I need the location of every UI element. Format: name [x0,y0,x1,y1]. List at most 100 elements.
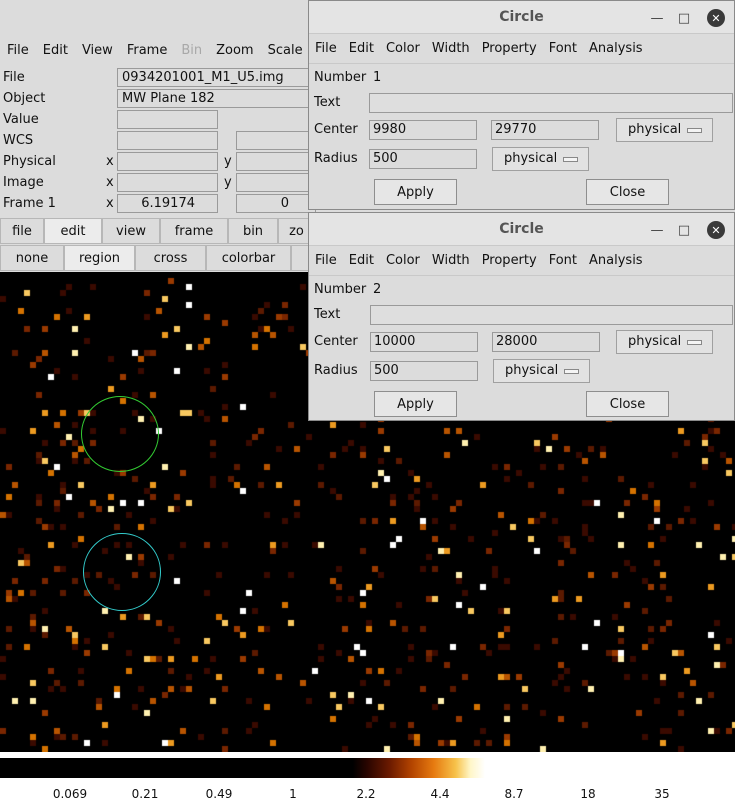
menu-view[interactable]: View [75,43,120,58]
dialog-menu-property[interactable]: Property [476,253,543,268]
physical-y-label: y [224,154,232,169]
center-coord-value: physical [628,122,682,137]
dialog-menu-font[interactable]: Font [543,41,583,56]
radius-coord-select[interactable]: physical [492,147,589,171]
number-label: Number [314,70,367,85]
number-value: 1 [373,70,382,85]
radius-input[interactable]: 500 [369,149,477,169]
colorbar-tick: 0.21 [131,787,159,800]
physical-y-field [236,152,316,171]
dialog-menubar: File Edit Color Width Property Font Anal… [309,246,734,276]
minimize-icon[interactable]: — [648,221,666,239]
circle-region-2[interactable] [83,533,161,611]
maximize-icon[interactable]: □ [675,9,693,27]
menu-edit[interactable]: Edit [36,43,75,58]
dialog-menubar: File Edit Color Width Property Font Anal… [309,34,734,64]
colorbar: 0.069 0.21 0.49 1 2.2 4.4 8.7 18 35 [0,752,735,800]
colorbar-tick: 35 [654,787,670,800]
physical-x-label: x [106,154,114,169]
menu-scale[interactable]: Scale [261,43,310,58]
dialog-menu-width[interactable]: Width [426,253,476,268]
btn-bin[interactable]: bin [228,218,278,244]
value-field [117,110,218,129]
option-indicator-icon [687,340,702,345]
dialog-menu-edit[interactable]: Edit [343,41,380,56]
minimize-icon[interactable]: — [648,9,666,27]
colorbar-tick: 4.4 [430,787,450,800]
dialog-titlebar: Circle — □ ✕ [309,213,734,246]
radius-input[interactable]: 500 [370,361,478,381]
dialog-menu-color[interactable]: Color [380,253,426,268]
dialog-menu-width[interactable]: Width [426,41,476,56]
apply-button[interactable]: Apply [374,391,457,417]
info-row-physical: Physical x y [0,151,320,172]
dialog-menu-analysis[interactable]: Analysis [583,253,649,268]
option-indicator-icon [563,157,578,162]
text-label: Text [314,307,341,322]
frame-angle-value: 0 [236,194,316,213]
btn-frame[interactable]: frame [160,218,228,244]
center-x-input[interactable]: 10000 [370,332,478,352]
wcs-x-field [117,131,218,150]
colorbar-tick: 2.2 [356,787,376,800]
radius-label: Radius [314,363,358,378]
image-y-label: y [224,175,232,190]
dialog-menu-file[interactable]: File [309,41,343,56]
menu-file[interactable]: File [0,43,36,58]
btn-edit[interactable]: edit [44,218,102,244]
circle-region-1[interactable] [81,396,159,472]
image-y-field [236,173,316,192]
text-input[interactable] [370,305,733,325]
center-y-input[interactable]: 28000 [492,332,600,352]
physical-x-field [117,152,218,171]
close-button[interactable]: Close [586,391,669,417]
dialog-menu-property[interactable]: Property [476,41,543,56]
info-row-frame: Frame 1 x 6.19174 0 [0,193,320,214]
wcs-label: WCS [3,133,34,148]
circle-dialog-2: Circle — □ ✕ File Edit Color Width Prope… [308,212,735,421]
image-x-label: x [106,175,114,190]
maximize-icon[interactable]: □ [675,221,693,239]
apply-button[interactable]: Apply [374,179,457,205]
close-button[interactable]: Close [586,179,669,205]
image-x-field [117,173,218,192]
text-input[interactable] [369,93,733,113]
object-value: MW Plane 182 [117,89,317,108]
dialog-menu-analysis[interactable]: Analysis [583,41,649,56]
dialog-menu-edit[interactable]: Edit [343,253,380,268]
btn-view[interactable]: view [102,218,160,244]
dialog-titlebar: Circle — □ ✕ [309,1,734,34]
object-label: Object [3,91,46,106]
text-label: Text [314,95,341,110]
close-icon[interactable]: ✕ [707,9,725,27]
center-x-input[interactable]: 9980 [369,120,477,140]
center-coord-value: physical [628,334,682,349]
option-indicator-icon [687,128,702,133]
radius-coord-select[interactable]: physical [493,359,590,383]
colorbar-gradient [0,758,735,778]
menu-zoom[interactable]: Zoom [209,43,260,58]
btn-cross[interactable]: cross [135,245,206,271]
center-coord-select[interactable]: physical [616,330,713,354]
btn-file[interactable]: file [0,218,44,244]
frame-x-label: x [106,196,114,211]
file-value: 0934201001_M1_U5.img [117,68,317,87]
dialog-title: Circle [499,221,544,237]
menu-frame[interactable]: Frame [120,43,175,58]
info-row-wcs: WCS [0,130,320,151]
btn-region[interactable]: region [64,245,135,271]
buttonbar-top: file edit view frame bin zo [0,218,315,244]
colorbar-tick: 8.7 [504,787,524,800]
btn-none[interactable]: none [0,245,64,271]
btn-colorbar[interactable]: colorbar [206,245,291,271]
center-y-input[interactable]: 29770 [491,120,599,140]
value-label: Value [3,112,39,127]
center-coord-select[interactable]: physical [616,118,713,142]
dialog-menu-font[interactable]: Font [543,253,583,268]
dialog-menu-file[interactable]: File [309,253,343,268]
dialog-menu-color[interactable]: Color [380,41,426,56]
close-icon[interactable]: ✕ [707,221,725,239]
frame-zoom-value: 6.19174 [117,194,218,213]
info-row-image: Image x y [0,172,320,193]
info-row-file: File 0934201001_M1_U5.img [0,67,320,88]
